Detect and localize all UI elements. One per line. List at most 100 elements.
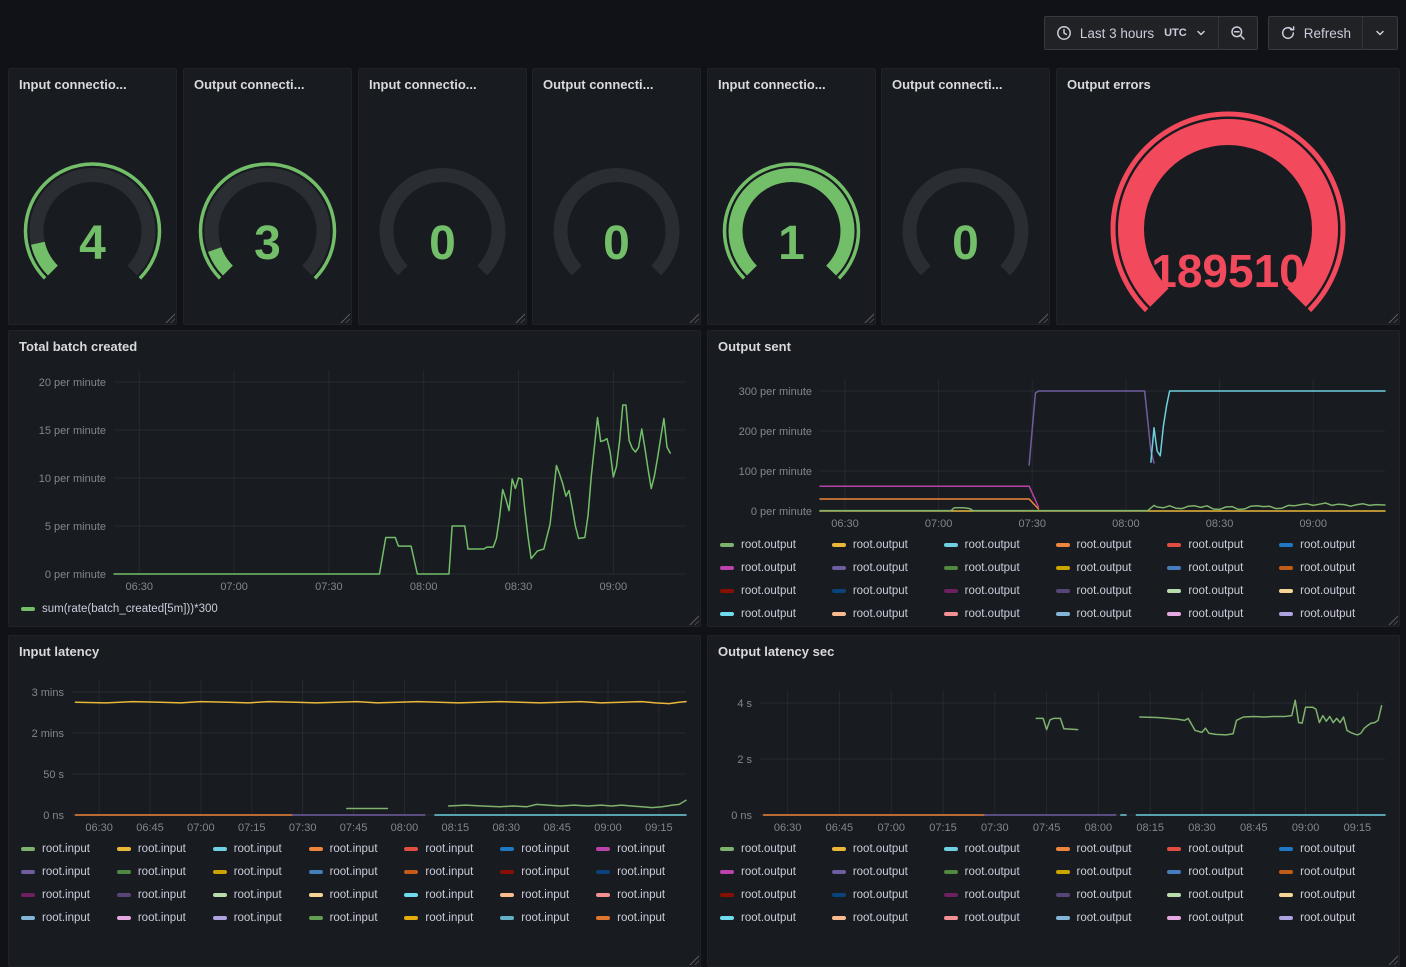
legend-item[interactable]: root.output [1279,579,1391,602]
legend-item[interactable]: root.output [832,837,944,860]
legend-item[interactable]: root.output [1167,579,1279,602]
legend-item[interactable]: root.output [944,906,1056,929]
legend-item[interactable]: root.input [117,883,213,906]
plot-area[interactable]: 0 ns50 s2 mins3 mins06:3006:4507:0007:15… [17,666,692,837]
panel-title[interactable]: Output errors [1057,69,1399,99]
legend-item[interactable]: root.input [117,837,213,860]
panel-title[interactable]: Output connecti... [882,69,1049,99]
legend-item[interactable]: root.input [596,860,692,883]
legend-item[interactable]: root.output [720,602,832,625]
legend-item[interactable]: root.input [404,860,500,883]
legend-item[interactable]: root.output [1279,556,1391,579]
legend-item[interactable]: root.output [1167,533,1279,556]
legend-item[interactable]: root.input [21,883,117,906]
legend-item[interactable]: root.output [1056,556,1168,579]
refresh-interval-button[interactable] [1362,17,1397,49]
legend-item[interactable]: root.input [309,906,405,929]
legend-item[interactable]: root.output [720,533,832,556]
legend-item[interactable]: root.output [1167,602,1279,625]
legend-item[interactable]: root.output [1056,860,1168,883]
zoom-out-button[interactable] [1218,17,1257,49]
legend-item[interactable]: root.output [944,556,1056,579]
legend-item[interactable]: root.output [944,602,1056,625]
legend-item[interactable]: root.input [309,837,405,860]
legend-item[interactable]: root.input [309,883,405,906]
legend-series-label: root.output [1300,866,1355,878]
legend-item[interactable]: root.output [1167,906,1279,929]
legend-item[interactable]: root.output [720,837,832,860]
legend-item[interactable]: root.input [596,883,692,906]
legend-item[interactable]: root.input [213,860,309,883]
legend-item[interactable]: root.input [404,906,500,929]
plot-area[interactable]: 0 per minute100 per minute200 per minute… [716,361,1391,533]
time-range-button[interactable]: Last 3 hours UTC [1045,17,1218,49]
legend-item[interactable]: root.output [944,837,1056,860]
legend-item[interactable]: root.output [720,906,832,929]
legend-item[interactable]: root.input [213,883,309,906]
legend-item[interactable]: root.input [21,860,117,883]
legend-item[interactable]: root.output [1279,602,1391,625]
legend-item[interactable]: root.output [832,602,944,625]
legend-item[interactable]: root.output [720,556,832,579]
legend-item[interactable]: root.output [720,883,832,906]
legend-item[interactable]: root.output [1279,860,1391,883]
legend-item[interactable]: root.output [944,883,1056,906]
panel-output-connections-2: Output connecti... 0 [532,68,701,325]
legend-item[interactable]: root.input [500,837,596,860]
legend-item[interactable]: root.output [1056,906,1168,929]
panel-title[interactable]: Output connecti... [184,69,351,99]
legend-item[interactable]: root.output [1279,906,1391,929]
panel-title[interactable]: Output latency sec [708,636,1399,666]
panel-title[interactable]: Output sent [708,331,1399,361]
legend-item[interactable]: root.input [117,906,213,929]
panel-title[interactable]: Total batch created [9,331,700,361]
legend-item[interactable]: root.output [1167,883,1279,906]
legend-item[interactable]: root.output [832,533,944,556]
legend-item[interactable]: root.output [944,533,1056,556]
legend-item[interactable]: root.output [1056,533,1168,556]
legend-series-dash [832,566,846,570]
legend-item[interactable]: root.output [1167,837,1279,860]
legend-item[interactable]: root.input [117,860,213,883]
legend-item[interactable]: root.output [1056,837,1168,860]
legend-item[interactable]: root.output [1167,556,1279,579]
legend-item[interactable]: root.output [720,579,832,602]
panel-title[interactable]: Input latency [9,636,700,666]
legend-item[interactable]: root.input [596,837,692,860]
panel-title[interactable]: Output connecti... [533,69,700,99]
legend-item[interactable]: root.output [832,906,944,929]
legend-item[interactable]: root.output [832,556,944,579]
refresh-button[interactable]: Refresh [1269,17,1362,49]
legend-item[interactable]: root.input [404,883,500,906]
plot-area[interactable]: 0 ns2 s4 s06:3006:4507:0007:1507:3007:45… [716,666,1391,837]
legend-item[interactable]: root.output [944,579,1056,602]
panel-title[interactable]: Input connectio... [708,69,875,99]
legend-item[interactable]: root.input [596,906,692,929]
legend-item[interactable]: root.output [1279,837,1391,860]
legend-item[interactable]: root.input [500,906,596,929]
legend-item[interactable]: root.input [21,906,117,929]
legend-item[interactable]: root.input [213,837,309,860]
legend-item[interactable]: root.output [1056,602,1168,625]
legend-item[interactable]: root.output [1279,883,1391,906]
legend-item[interactable]: sum(rate(batch_created[5m]))*300 [21,596,692,622]
plot-area[interactable]: 0 per minute5 per minute10 per minute15 … [17,361,692,596]
legend-item[interactable]: root.output [1279,533,1391,556]
legend-item[interactable]: root.input [21,837,117,860]
legend-item[interactable]: root.input [309,860,405,883]
legend-item[interactable]: root.output [1056,883,1168,906]
legend-item[interactable]: root.output [944,860,1056,883]
legend-item[interactable]: root.output [832,579,944,602]
legend-item[interactable]: root.output [832,883,944,906]
legend-series-label: root.output [1188,539,1243,551]
legend-item[interactable]: root.output [832,860,944,883]
legend-item[interactable]: root.output [1056,579,1168,602]
legend-item[interactable]: root.output [720,860,832,883]
legend-item[interactable]: root.output [1167,860,1279,883]
legend-item[interactable]: root.input [500,883,596,906]
legend-item[interactable]: root.input [500,860,596,883]
legend-item[interactable]: root.input [213,906,309,929]
legend-item[interactable]: root.input [404,837,500,860]
panel-title[interactable]: Input connectio... [9,69,176,99]
panel-title[interactable]: Input connectio... [359,69,526,99]
